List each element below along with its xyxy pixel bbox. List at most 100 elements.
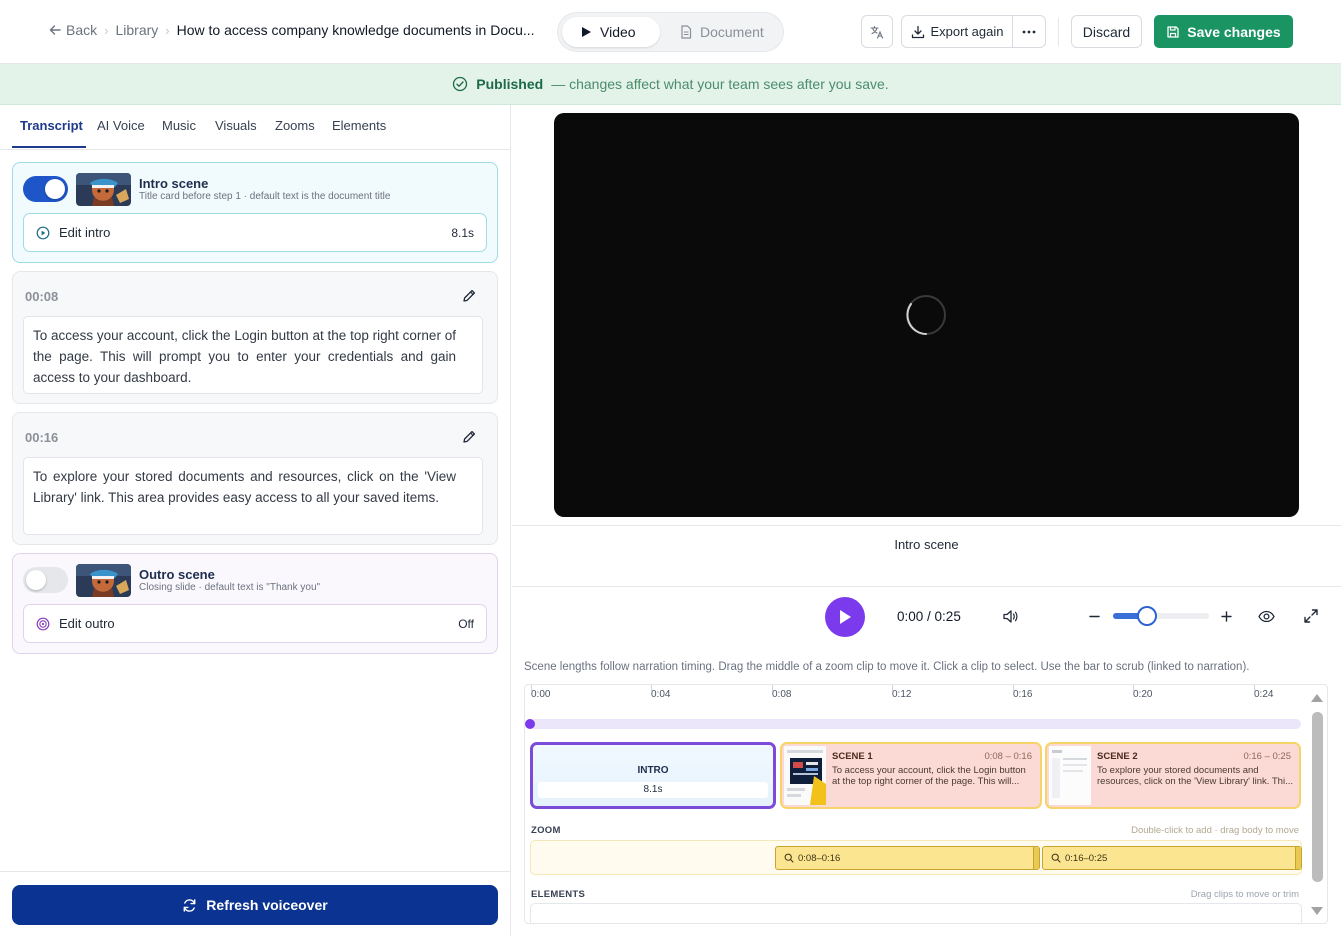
zoom-clip-range: 0:16–0:25: [1065, 852, 1108, 864]
pencil-icon: [463, 289, 476, 302]
zoom-in-button[interactable]: [1219, 609, 1234, 624]
zoom-clip[interactable]: 0:16–0:25: [1042, 846, 1302, 870]
published-status: Published: [476, 76, 544, 92]
play-circle-icon: [36, 226, 50, 239]
back-label: Back: [66, 22, 98, 38]
ruler-tick: 0:12: [892, 685, 912, 700]
playback-time: 0:00 / 0:25: [897, 609, 961, 624]
scene-screenshot-image: [1049, 746, 1091, 805]
target-icon: [36, 617, 50, 630]
active-tab-indicator: [12, 146, 86, 148]
download-icon: [911, 25, 924, 38]
arrow-left-icon: [49, 25, 61, 35]
tab-ai-voice[interactable]: AI Voice: [97, 118, 145, 133]
expand-icon: [1304, 609, 1318, 623]
translate-button[interactable]: [861, 15, 893, 48]
step-narration-text[interactable]: To access your account, click the Login …: [23, 316, 483, 394]
volume-icon: [1003, 610, 1018, 623]
tab-document[interactable]: Document: [662, 17, 782, 47]
editor-sidebar: Transcript AI Voice Music Visuals Zooms …: [0, 105, 511, 936]
scene-2-name: SCENE 2: [1097, 751, 1138, 762]
scene-2-thumbnail: [1049, 746, 1091, 805]
zoom-slider-track[interactable]: [1113, 613, 1209, 619]
magnifier-icon: [1051, 853, 1061, 863]
scrub-bar[interactable]: [529, 719, 1301, 729]
breadcrumb-library[interactable]: Library: [115, 22, 158, 38]
scroll-up-icon[interactable]: [1310, 692, 1324, 704]
ruler-tick: 0:24: [1254, 685, 1274, 700]
scroll-down-icon[interactable]: [1310, 905, 1324, 917]
tab-zooms[interactable]: Zooms: [275, 118, 315, 133]
playhead-handle[interactable]: [525, 719, 535, 729]
elements-lane-hint: Drag clips to move or trim: [1190, 889, 1299, 900]
document-icon: [681, 25, 692, 39]
edit-intro-button[interactable]: Edit intro 8.1s: [23, 213, 487, 252]
header-divider: [1058, 18, 1059, 46]
play-button[interactable]: [825, 597, 865, 637]
refresh-voiceover-button[interactable]: Refresh voiceover: [12, 885, 498, 925]
tab-elements[interactable]: Elements: [332, 118, 386, 133]
intro-scene-card: Intro scene Title card before step 1 · d…: [12, 162, 498, 263]
toggle-knob: [45, 179, 65, 199]
outro-title: Outro scene: [139, 567, 215, 582]
tab-video[interactable]: Video: [562, 17, 660, 47]
breadcrumb: Back › Library › How to access company k…: [48, 22, 535, 38]
scrollbar-thumb[interactable]: [1312, 712, 1323, 882]
pencil-icon: [463, 430, 476, 443]
intro-toggle[interactable]: [23, 176, 68, 202]
zoom-slider-handle[interactable]: [1137, 606, 1157, 626]
intro-thumbnail: [76, 173, 131, 206]
step-narration-text[interactable]: To explore your stored documents and res…: [23, 457, 483, 535]
save-changes-button[interactable]: Save changes: [1154, 15, 1293, 48]
scene-1-range: 0:08 – 0:16: [984, 751, 1032, 762]
fullscreen-button[interactable]: [1303, 608, 1319, 624]
volume-button[interactable]: [1002, 608, 1019, 625]
export-again-label: Export again: [930, 24, 1004, 39]
eye-icon: [1258, 610, 1275, 623]
zoom-clip[interactable]: 0:08–0:16: [775, 846, 1040, 870]
tab-visuals[interactable]: Visuals: [215, 118, 257, 133]
magnifier-icon: [784, 853, 794, 863]
ruler-tick: 0:20: [1133, 685, 1153, 700]
mode-switch: Video Document: [557, 12, 784, 52]
edit-step-button[interactable]: [462, 429, 477, 444]
preview-visibility-button[interactable]: [1258, 609, 1275, 624]
export-again-button[interactable]: Export again: [901, 15, 1013, 48]
loading-spinner-icon: [906, 295, 946, 335]
video-preview[interactable]: [554, 113, 1299, 517]
back-button[interactable]: Back: [48, 22, 97, 38]
editor-tabs: Transcript AI Voice Music Visuals Zooms …: [0, 105, 510, 150]
tab-document-label: Document: [700, 24, 764, 40]
scene-1-clip[interactable]: SCENE 1 0:08 – 0:16 To access your accou…: [780, 742, 1042, 809]
edit-outro-button[interactable]: Edit outro Off: [23, 604, 487, 643]
zoom-lane-label: ZOOM: [531, 825, 561, 836]
outro-toggle[interactable]: [23, 567, 68, 593]
refresh-icon: [183, 898, 196, 912]
scene-2-range: 0:16 – 0:25: [1243, 751, 1291, 762]
chevron-right-icon: ›: [104, 22, 109, 38]
scene-thumbnail-image: [76, 173, 131, 206]
outro-thumbnail: [76, 564, 131, 597]
intro-duration: 8.1s: [451, 225, 474, 240]
step-timestamp: 00:08: [25, 289, 59, 304]
more-options-button[interactable]: [1012, 15, 1046, 48]
edit-step-button[interactable]: [462, 288, 477, 303]
timeline-scrollbar[interactable]: [1310, 690, 1324, 920]
discard-button[interactable]: Discard: [1071, 15, 1142, 48]
step-timestamp: 00:16: [25, 430, 59, 445]
plus-icon: [1221, 611, 1232, 622]
zoom-out-button[interactable]: [1087, 609, 1102, 624]
intro-clip[interactable]: INTRO 8.1s: [530, 742, 776, 809]
elements-lane[interactable]: [530, 903, 1302, 923]
total-time: 0:25: [934, 609, 961, 624]
scene-1-text: To access your account, click the Login …: [832, 765, 1026, 787]
current-scene-label: Intro scene: [894, 537, 959, 552]
refresh-voiceover-label: Refresh voiceover: [206, 897, 328, 913]
scene-1-thumbnail: [784, 746, 826, 805]
outro-subtitle: Closing slide · default text is "Thank y…: [139, 582, 321, 593]
scene-2-clip[interactable]: SCENE 2 0:16 – 0:25 To explore your stor…: [1045, 742, 1301, 809]
zoom-lane-hint: Double-click to add · drag body to move: [1131, 825, 1299, 836]
tab-transcript[interactable]: Transcript: [20, 118, 83, 133]
minus-icon: [1089, 615, 1100, 618]
tab-music[interactable]: Music: [162, 118, 196, 133]
